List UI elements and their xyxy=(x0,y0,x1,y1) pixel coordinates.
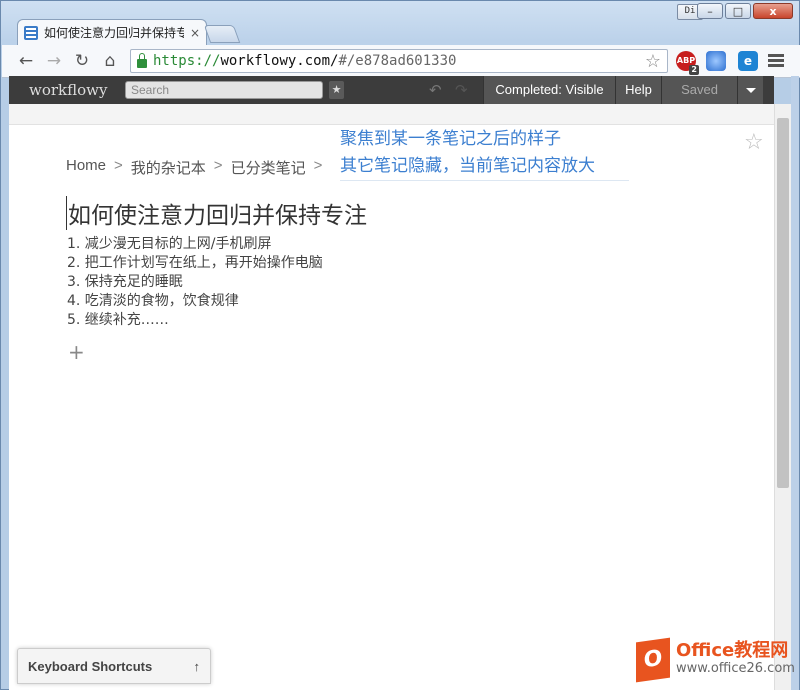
tab-close-icon[interactable]: × xyxy=(190,26,200,40)
window-controls: – □ x xyxy=(697,3,793,19)
adblock-extension-icon[interactable]: ABP2 xyxy=(676,51,696,71)
add-item-button[interactable]: + xyxy=(68,340,85,364)
breadcrumb-classified-notes[interactable]: 已分类笔记 xyxy=(231,157,306,178)
browser-menu-icon[interactable] xyxy=(768,54,784,69)
vertical-scrollbar[interactable] xyxy=(774,104,791,690)
breadcrumb-notebook[interactable]: 我的杂记本 xyxy=(131,157,206,178)
new-tab-button[interactable] xyxy=(204,25,241,43)
breadcrumb-separator: > xyxy=(114,157,123,178)
annotation-line-1: 聚焦到某一条笔记之后的样子 xyxy=(340,126,595,153)
sub-header-bar xyxy=(9,104,774,125)
breadcrumb-home[interactable]: Home xyxy=(66,157,106,178)
e-extension-icon[interactable]: e xyxy=(738,51,758,71)
list-item[interactable]: 1. 减少漫无目标的上网/手机刷屏 xyxy=(67,235,323,254)
saved-status-button[interactable]: Saved xyxy=(661,76,737,104)
list-item[interactable]: 3. 保持充足的睡眠 xyxy=(67,273,323,292)
adblock-count-badge: 2 xyxy=(689,65,699,75)
breadcrumb: Home > 我的杂记本 > 已分类笔记 > xyxy=(66,157,322,178)
focused-note-title[interactable]: 如何使注意力回归并保持专注 xyxy=(66,196,367,230)
undo-icon[interactable]: ↶ xyxy=(429,81,442,99)
browser-toolbar: ← → ↻ ⌂ https://workflowy.com/#/e878ad60… xyxy=(2,45,800,78)
completed-visible-button[interactable]: Completed: Visible xyxy=(483,76,615,104)
watermark-url: www.office26.com xyxy=(676,660,795,678)
annotation-note: 聚焦到某一条笔记之后的样子 其它笔记隐藏，当前笔记内容放大 xyxy=(340,126,629,181)
chevron-down-icon xyxy=(746,88,756,93)
keyboard-shortcuts-panel[interactable]: Keyboard Shortcuts ↑ xyxy=(17,648,211,684)
home-icon[interactable]: ⌂ xyxy=(100,51,120,71)
watermark-title: Office教程网 xyxy=(676,642,795,660)
maximize-button[interactable]: □ xyxy=(725,3,751,19)
bookmark-star-icon[interactable]: ☆ xyxy=(645,51,661,72)
workflowy-header: workflowy Search ★ ↶ ↷ Completed: Visibl… xyxy=(9,76,774,105)
settings-dropdown-button[interactable] xyxy=(737,76,763,104)
keyboard-shortcuts-label: Keyboard Shortcuts xyxy=(28,659,152,674)
annotation-line-2: 其它笔记隐藏，当前笔记内容放大 xyxy=(340,153,595,180)
help-button[interactable]: Help xyxy=(615,76,661,104)
list-item[interactable]: 4. 吃清淡的食物，饮食规律 xyxy=(67,292,323,311)
globe-extension-icon[interactable] xyxy=(706,51,726,71)
forward-arrow-icon[interactable]: → xyxy=(44,51,64,71)
workflowy-favicon-icon xyxy=(24,26,38,40)
lock-icon xyxy=(137,59,147,68)
tab-title: 如何使注意力回归并保持专 xyxy=(44,24,184,41)
breadcrumb-separator: > xyxy=(214,157,223,178)
breadcrumb-separator: > xyxy=(314,157,323,178)
address-bar[interactable]: https://workflowy.com/#/e878ad601330 ☆ xyxy=(130,49,668,73)
starred-pages-button[interactable]: ★ xyxy=(329,81,344,99)
scrollbar-thumb[interactable] xyxy=(777,118,789,488)
minimize-button[interactable]: – xyxy=(697,3,723,19)
watermark: O Office教程网 www.office26.com xyxy=(636,640,795,680)
url-text: https://workflowy.com/#/e878ad601330 xyxy=(153,53,639,69)
close-window-button[interactable]: x xyxy=(753,3,793,19)
back-arrow-icon[interactable]: ← xyxy=(16,51,36,71)
star-page-icon[interactable]: ☆ xyxy=(744,130,764,155)
window-border xyxy=(791,76,799,690)
list-item[interactable]: 2. 把工作计划写在纸上，再开始操作电脑 xyxy=(67,254,323,273)
page-content xyxy=(9,104,774,690)
arrow-up-icon: ↑ xyxy=(194,659,201,674)
redo-icon[interactable]: ↷ xyxy=(455,81,468,99)
workflowy-logo[interactable]: workflowy xyxy=(29,81,107,99)
list-item[interactable]: 5. 继续补充…… xyxy=(67,311,323,330)
browser-tab[interactable]: 如何使注意力回归并保持专 × xyxy=(17,19,207,45)
search-input[interactable]: Search xyxy=(125,81,323,99)
note-items: 1. 减少漫无目标的上网/手机刷屏 2. 把工作计划写在纸上，再开始操作电脑 3… xyxy=(67,235,323,330)
office-logo: O xyxy=(636,638,670,683)
reload-icon[interactable]: ↻ xyxy=(72,51,92,71)
